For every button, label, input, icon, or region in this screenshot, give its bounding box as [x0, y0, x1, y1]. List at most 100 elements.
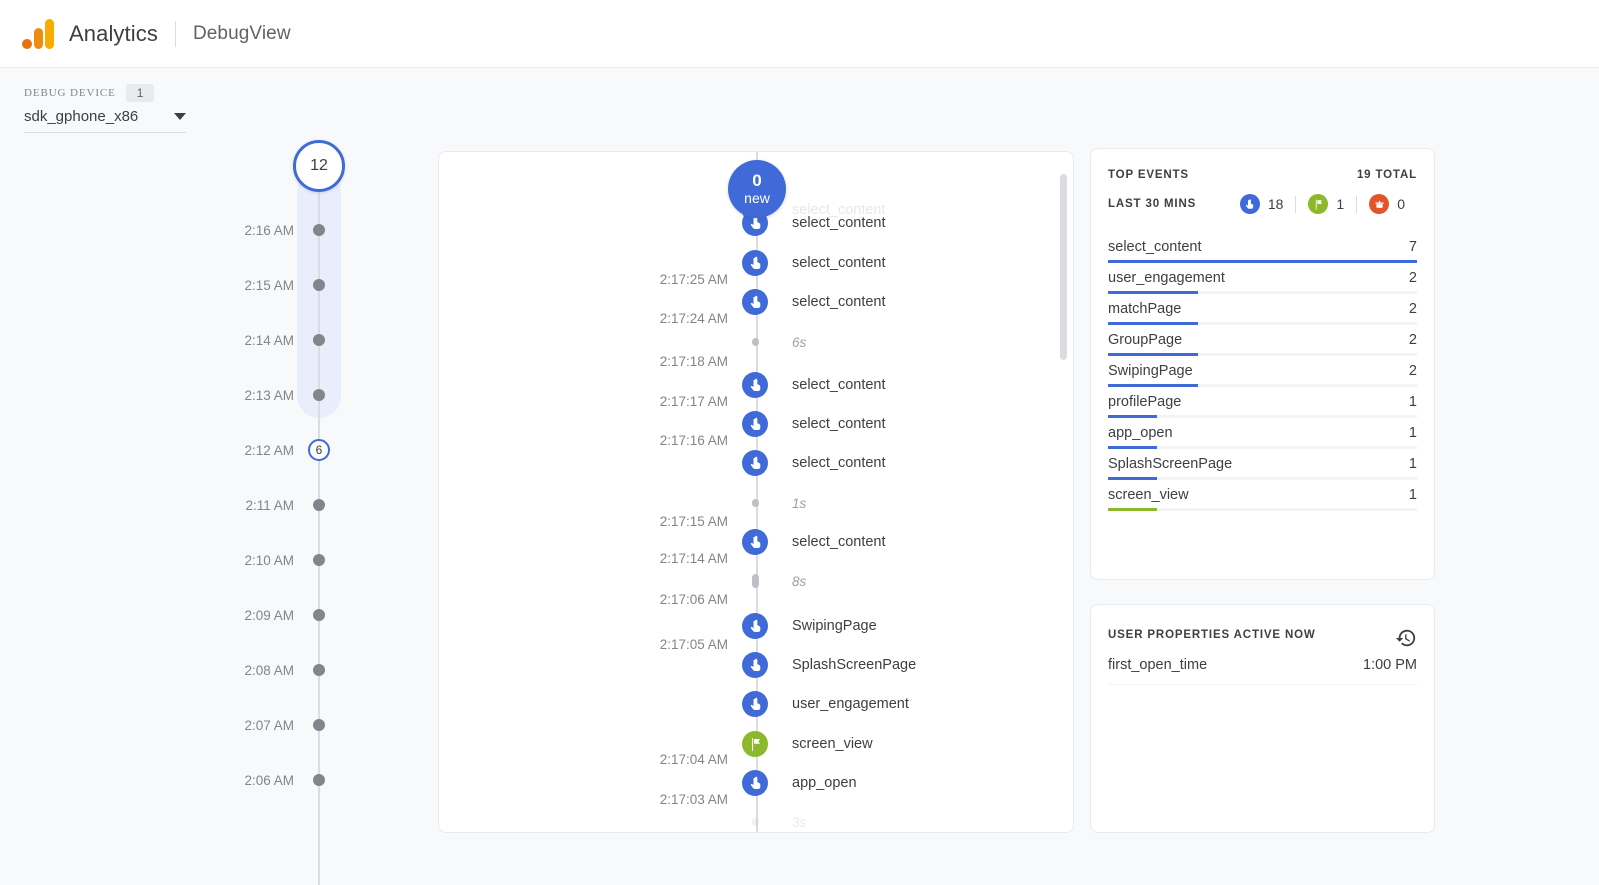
top-event-item[interactable]: screen_view 1 — [1108, 482, 1417, 513]
event-row[interactable]: 2:17:04 AM screen_view — [439, 731, 1073, 767]
touch-event-icon[interactable] — [742, 250, 768, 276]
new-events-word: new — [744, 189, 770, 206]
debug-device-bar: DEBUG DEVICE 1 sdk_gphone_x86 — [0, 68, 1599, 148]
event-row[interactable]: 2:17:17 AM select_content — [439, 372, 1073, 409]
event-row[interactable]: select_content — [439, 450, 1073, 476]
event-timestamp: 2:17:16 AM — [659, 432, 728, 448]
touch-event-icon[interactable] — [742, 450, 768, 476]
legend-value: 18 — [1267, 196, 1284, 212]
top-event-item[interactable]: SplashScreenPage 1 — [1108, 451, 1417, 482]
event-row[interactable]: 2:17:25 AM select_content — [439, 250, 1073, 287]
user-property-row[interactable]: first_open_time 1:00 PM — [1108, 657, 1417, 685]
minute-label: 2:06 AM — [244, 772, 294, 788]
top-events-subtitle: LAST 30 MINS — [1108, 198, 1197, 210]
minute-row: 2:10 AM — [200, 550, 380, 570]
top-event-count: 1 — [1408, 486, 1417, 503]
event-gap-row: 2:17:18 AM 6s — [439, 329, 1073, 369]
touch-event-icon — [1239, 194, 1260, 214]
top-event-item[interactable]: user_engagement 2 — [1108, 265, 1417, 296]
event-row[interactable]: 2:17:24 AM select_content — [439, 289, 1073, 326]
event-gap-duration: 3s — [792, 814, 807, 830]
top-event-item[interactable]: matchPage 2 — [1108, 296, 1417, 327]
top-event-item[interactable]: SwipingPage 2 — [1108, 358, 1417, 389]
minute-row: 2:15 AM — [200, 275, 380, 295]
minute-dot-marker[interactable] — [313, 664, 325, 676]
event-row[interactable]: 2:17:05 AM SwipingPage — [439, 613, 1073, 652]
top-event-label[interactable]: GroupPage — [1108, 332, 1182, 348]
legend-item[interactable]: 18 — [1239, 194, 1296, 214]
minute-dot-marker[interactable] — [313, 554, 325, 566]
event-stream-scrollbar[interactable] — [1060, 174, 1067, 360]
minutes-current-bubble[interactable]: 12 — [293, 140, 345, 192]
user-properties-title: USER PROPERTIES ACTIVE NOW — [1108, 629, 1316, 641]
minute-dot-marker[interactable] — [313, 499, 325, 511]
time-gap-marker — [742, 490, 768, 516]
touch-event-icon[interactable] — [742, 372, 768, 398]
touch-event-icon[interactable] — [742, 770, 768, 796]
event-row[interactable]: SplashScreenPage — [439, 652, 1073, 678]
legend-item[interactable]: 1 — [1296, 194, 1356, 214]
event-name: select_content — [792, 215, 886, 231]
minute-count-bubble[interactable]: 6 — [308, 439, 330, 461]
debug-device-dropdown[interactable]: sdk_gphone_x86 — [24, 108, 186, 133]
minute-dot-marker[interactable] — [313, 774, 325, 786]
top-event-item[interactable]: GroupPage 2 — [1108, 327, 1417, 358]
event-name: SwipingPage — [792, 618, 877, 634]
header-divider — [174, 20, 176, 47]
event-row[interactable]: 2:17:03 AM app_open — [439, 770, 1073, 807]
touch-event-icon[interactable] — [742, 411, 768, 437]
top-event-item[interactable]: profilePage 1 — [1108, 389, 1417, 420]
event-row[interactable]: 2:17:16 AM select_content — [439, 411, 1073, 448]
touch-event-icon[interactable] — [742, 289, 768, 315]
touch-event-icon[interactable] — [742, 691, 768, 717]
top-event-bar-fill — [1108, 322, 1198, 325]
minute-dot-marker[interactable] — [313, 389, 325, 401]
top-events-legend: 18 1 0 — [1239, 194, 1417, 214]
top-event-label[interactable]: profilePage — [1108, 394, 1181, 410]
time-gap-marker — [742, 568, 768, 594]
top-event-label[interactable]: select_content — [1108, 239, 1202, 255]
minute-label: 2:10 AM — [244, 552, 294, 568]
minute-row: 2:11 AM — [200, 495, 380, 515]
touch-event-icon[interactable] — [742, 529, 768, 555]
event-gap-duration: 8s — [792, 573, 807, 589]
top-event-label[interactable]: user_engagement — [1108, 270, 1225, 286]
top-event-item[interactable]: select_content 7 — [1108, 234, 1417, 265]
top-event-label[interactable]: screen_view — [1108, 487, 1189, 503]
touch-event-icon[interactable] — [742, 652, 768, 678]
flag-event-icon — [1308, 194, 1329, 214]
new-events-badge[interactable]: 0 new — [728, 160, 786, 218]
minute-dot-marker[interactable] — [313, 279, 325, 291]
top-event-label[interactable]: matchPage — [1108, 301, 1181, 317]
time-gap-marker — [742, 809, 768, 832]
top-event-label[interactable]: SplashScreenPage — [1108, 456, 1232, 472]
minute-dot-marker[interactable] — [313, 719, 325, 731]
top-event-label[interactable]: app_open — [1108, 425, 1173, 441]
minute-label: 2:16 AM — [244, 222, 294, 238]
google-analytics-logo — [22, 18, 56, 49]
minute-row: 2:08 AM — [200, 660, 380, 680]
event-name: select_content — [792, 294, 886, 310]
minute-dot-marker[interactable] — [313, 224, 325, 236]
event-timestamp: 2:17:14 AM — [659, 550, 728, 566]
legend-item[interactable]: 0 — [1357, 194, 1417, 214]
top-event-count: 7 — [1408, 238, 1417, 255]
event-gap-row: 2:17:15 AM 1s — [439, 490, 1073, 529]
history-restore-icon[interactable] — [1395, 627, 1417, 649]
top-event-item[interactable]: app_open 1 — [1108, 420, 1417, 451]
event-row[interactable]: 2:17:14 AM select_content — [439, 529, 1073, 566]
top-event-count: 1 — [1408, 455, 1417, 472]
top-event-label[interactable]: SwipingPage — [1108, 363, 1193, 379]
flag-event-icon[interactable] — [742, 731, 768, 757]
top-events-title: TOP EVENTS — [1108, 169, 1189, 181]
event-name: screen_view — [792, 736, 873, 752]
event-row[interactable]: user_engagement — [439, 691, 1073, 717]
event-gap-duration: 6s — [792, 334, 807, 350]
touch-event-icon[interactable] — [742, 613, 768, 639]
top-event-count: 2 — [1408, 300, 1417, 317]
minute-dot-marker[interactable] — [313, 609, 325, 621]
minute-dot-marker[interactable] — [313, 334, 325, 346]
debug-device-label: DEBUG DEVICE — [24, 87, 116, 99]
minute-row: 2:13 AM — [200, 385, 380, 405]
top-event-bar-fill — [1108, 384, 1198, 387]
